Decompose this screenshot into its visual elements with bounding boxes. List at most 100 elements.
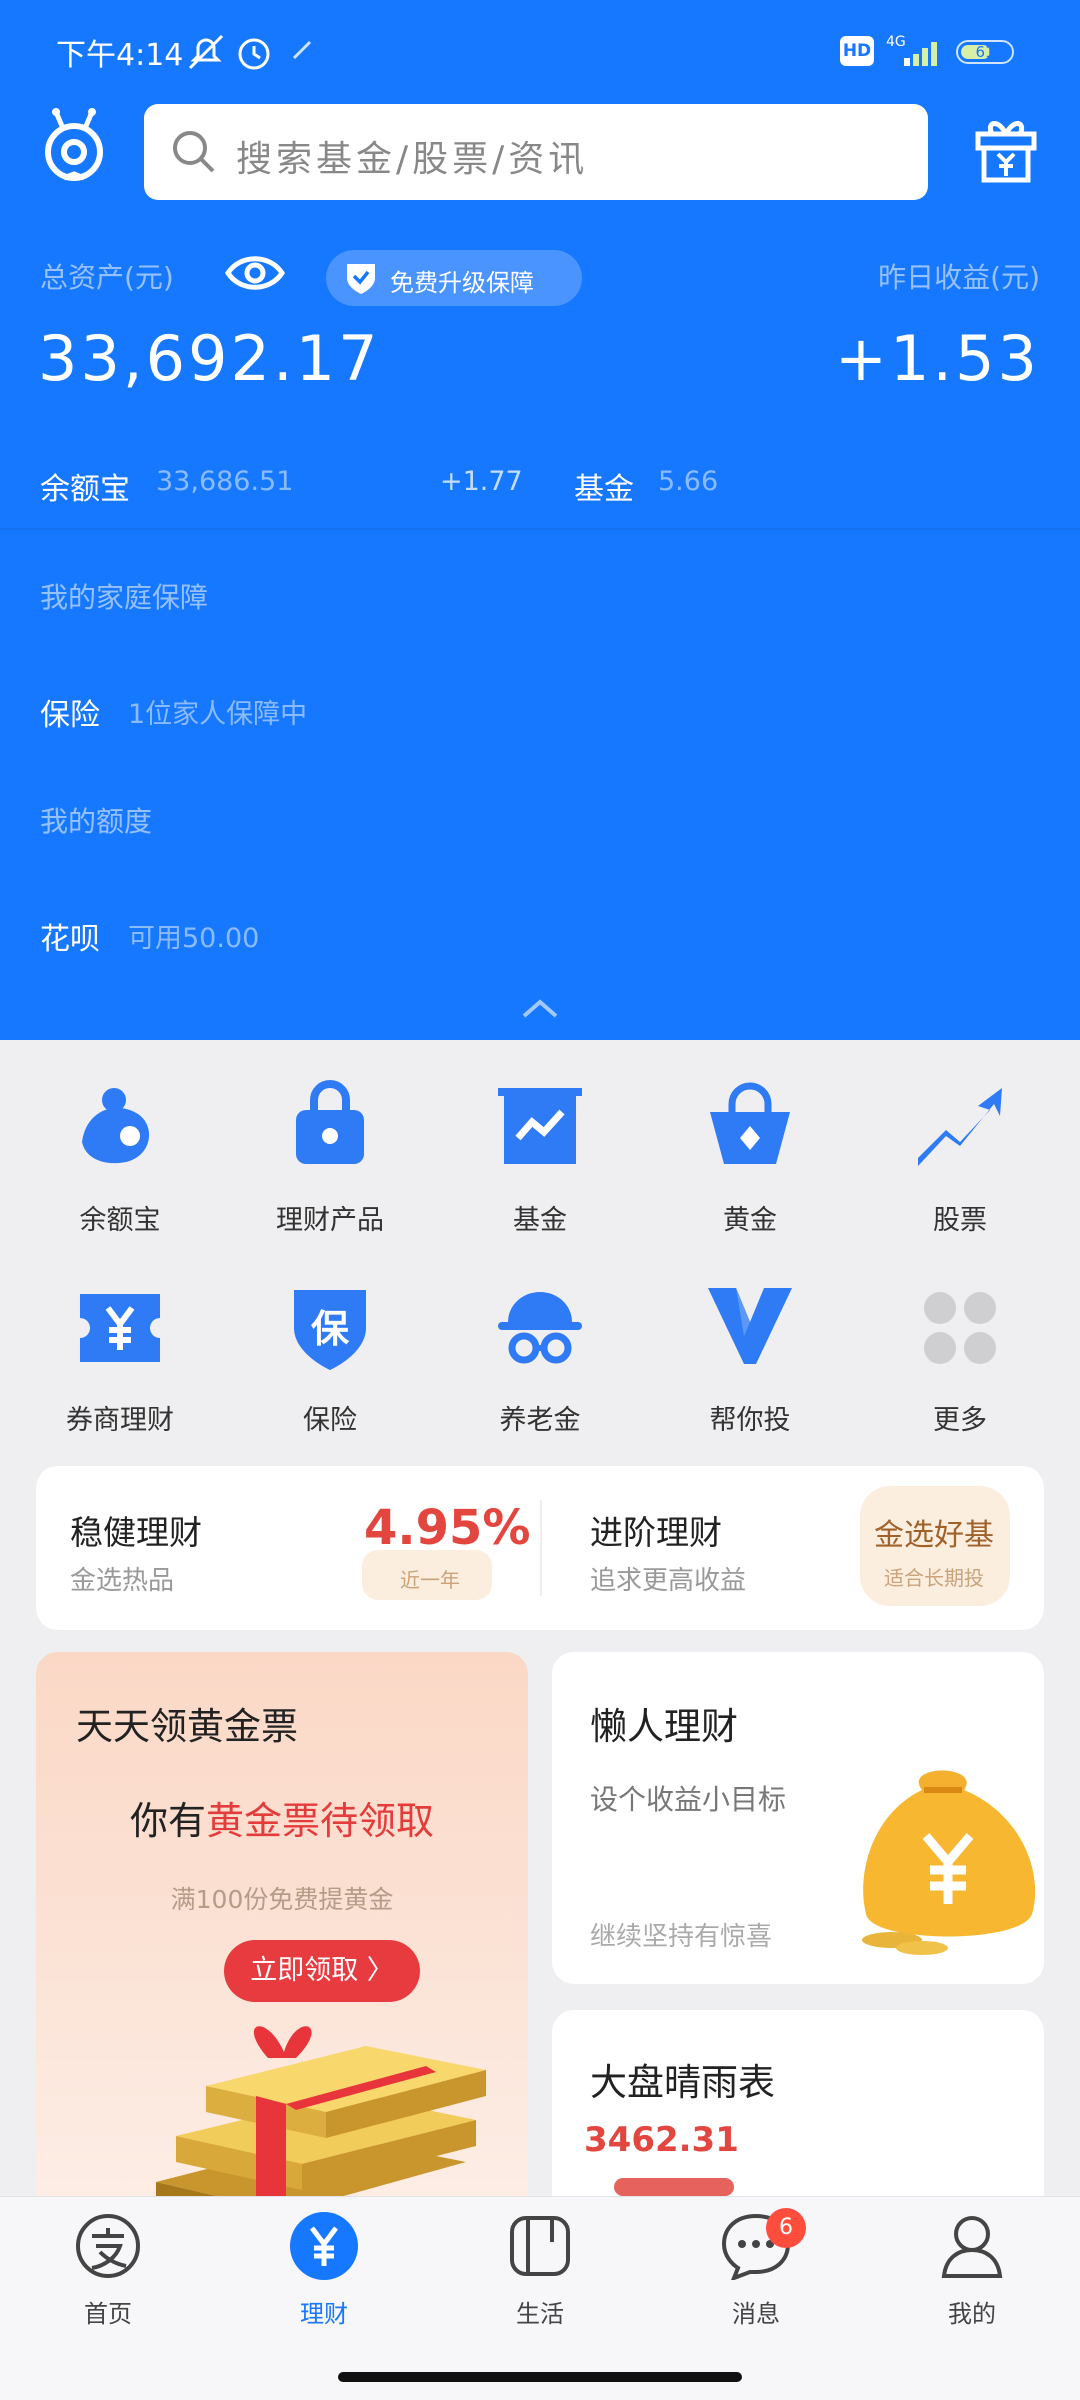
fund-label[interactable]: 基金 <box>574 464 634 508</box>
grid-item-pension[interactable]: 养老金 <box>440 1280 640 1440</box>
huabei-label[interactable]: 花呗 <box>40 914 100 958</box>
shield-check-icon <box>347 264 375 294</box>
yuebao-label[interactable]: 余额宝 <box>40 464 130 508</box>
card-divider <box>540 1500 542 1596</box>
grid-label: 股票 <box>933 1205 987 1236</box>
chart-board-icon <box>498 1088 582 1164</box>
total-assets-value[interactable]: 33,692.17 <box>38 322 381 395</box>
grid-item-stock[interactable]: 股票 <box>860 1080 1060 1240</box>
life-icon <box>510 2216 570 2276</box>
tab-messages[interactable]: 消息 <box>676 2212 836 2332</box>
promo-sub: 满100份免费提黄金 <box>170 1885 394 1914</box>
yuebao-value: 33,686.51 <box>156 466 294 497</box>
insurance-label[interactable]: 保险 <box>40 690 100 734</box>
grid-item-fund[interactable]: 基金 <box>440 1080 640 1240</box>
more-dots-icon <box>924 1292 996 1364</box>
lock-bag-icon <box>296 1080 364 1164</box>
v-logo-icon <box>708 1288 792 1364</box>
advanced-title: 进阶理财 <box>590 1513 722 1552</box>
tab-finance[interactable]: 理财 <box>244 2212 404 2332</box>
tab-life[interactable]: 生活 <box>460 2212 620 2332</box>
status-time: 下午4:14 <box>56 38 184 73</box>
eye-icon[interactable] <box>224 248 286 298</box>
battery-indicator: 61 <box>956 40 1014 64</box>
grid-item-products[interactable]: 理财产品 <box>230 1080 430 1240</box>
collapse-chevron-icon[interactable] <box>520 996 560 1020</box>
grid-label: 保险 <box>303 1405 357 1436</box>
header-divider <box>0 528 1080 530</box>
promo-head-highlight: 黄金票待领取 <box>206 1799 435 1843</box>
message-badge: 6 <box>766 2208 806 2248</box>
tab-me[interactable]: 我的 <box>892 2212 1052 2332</box>
promo-headline: 你有黄金票待领取 <box>36 1790 528 1845</box>
ant-logo-icon[interactable] <box>38 104 110 186</box>
grid-label: 基金 <box>513 1205 567 1236</box>
upgrade-protection-button[interactable]: 免费升级保障 <box>326 250 582 306</box>
yesterday-value[interactable]: +1.53 <box>835 322 1040 395</box>
grid-item-insurance[interactable]: 保 保险 <box>230 1280 430 1440</box>
search-icon <box>173 131 215 173</box>
grid-item-gold[interactable]: 黄金 <box>650 1080 850 1240</box>
alarm-icon <box>238 38 270 70</box>
grid-label: 更多 <box>933 1405 987 1436</box>
huabei-value: 可用50.00 <box>128 923 260 954</box>
battery-level: 61 <box>975 43 995 61</box>
steady-title: 稳健理财 <box>70 1513 202 1552</box>
person-icon <box>941 2216 1003 2278</box>
weather-title: 大盘晴雨表 <box>590 2061 775 2104</box>
tab-label: 我的 <box>948 2300 996 2328</box>
grid-item-more[interactable]: 更多 <box>860 1280 1060 1440</box>
gift-icon[interactable] <box>972 112 1040 184</box>
grid-item-yuebao[interactable]: 余额宝 <box>20 1080 220 1240</box>
rate-value: 4.95% <box>364 1500 531 1556</box>
total-assets-label: 总资产(元) <box>40 261 174 294</box>
hat-glasses-icon <box>498 1292 582 1364</box>
lazy-sub: 设个收益小目标 <box>590 1783 787 1816</box>
grid-label: 帮你投 <box>709 1405 791 1436</box>
hd-badge: HD <box>840 36 874 66</box>
trend-up-icon <box>918 1088 1002 1166</box>
gold-ticket-card[interactable]: 天天领黄金票 你有黄金票待领取 满100份免费提黄金 立即领取 〉 <box>36 1652 528 2212</box>
badge-title: 金选好基 <box>874 1518 994 1553</box>
yuebao-icon <box>82 1088 150 1164</box>
grid-label: 余额宝 <box>79 1205 161 1236</box>
family-protection-title: 我的家庭保障 <box>40 581 209 614</box>
yen-ticket-icon <box>80 1294 160 1362</box>
claim-button[interactable]: 立即领取 〉 <box>224 1940 420 2002</box>
signal-small-icon <box>292 40 312 60</box>
grid-item-broker[interactable]: 券商理财 <box>20 1280 220 1440</box>
badge-tag: 适合长期投 <box>884 1566 984 1590</box>
rate-tag: 近一年 <box>400 1568 460 1592</box>
grid-item-invest[interactable]: 帮你投 <box>650 1280 850 1440</box>
steady-sub: 金选热品 <box>70 1566 175 1596</box>
lazy-footer: 继续坚持有惊喜 <box>590 1922 773 1952</box>
advanced-finance-entry[interactable]: 进阶理财 追求更高收益 金选好基 适合长期投 <box>544 1466 1044 1630</box>
insurance-value: 1位家人保障中 <box>128 699 308 730</box>
steady-finance-entry[interactable]: 稳健理财 金选热品 4.95% 近一年 <box>36 1466 536 1630</box>
lazy-finance-card[interactable]: 懒人理财 设个收益小目标 继续坚持有惊喜 <box>552 1652 1044 1984</box>
search-placeholder: 搜索基金/股票/资讯 <box>236 139 589 180</box>
mute-bell-icon <box>188 34 224 70</box>
grid-label: 券商理财 <box>66 1405 174 1436</box>
fund-value: 5.66 <box>658 466 719 497</box>
tab-label: 首页 <box>84 2300 132 2328</box>
grid-label: 理财产品 <box>276 1205 384 1236</box>
weather-value-partial <box>614 2178 734 2196</box>
weather-value: 3462.31 <box>584 2120 739 2160</box>
shield-icon: 保 <box>294 1290 366 1370</box>
home-indicator[interactable] <box>338 2372 742 2382</box>
tab-label: 生活 <box>516 2300 564 2328</box>
svg-text:保: 保 <box>311 1307 350 1351</box>
yen-circle-icon <box>290 2212 358 2280</box>
gold-bag-icon <box>710 1082 790 1164</box>
credit-title: 我的额度 <box>40 805 153 838</box>
grid-label: 养老金 <box>499 1405 581 1436</box>
alipay-icon <box>76 2214 140 2278</box>
search-input[interactable]: 搜索基金/股票/资讯 <box>144 104 928 200</box>
money-bag-icon <box>862 1770 1036 1955</box>
tab-label: 理财 <box>300 2300 348 2328</box>
promo-head-prefix: 你有 <box>129 1799 206 1843</box>
advanced-sub: 追求更高收益 <box>590 1566 747 1596</box>
tab-home[interactable]: 首页 <box>28 2212 188 2332</box>
yesterday-label: 昨日收益(元) <box>878 261 1040 294</box>
